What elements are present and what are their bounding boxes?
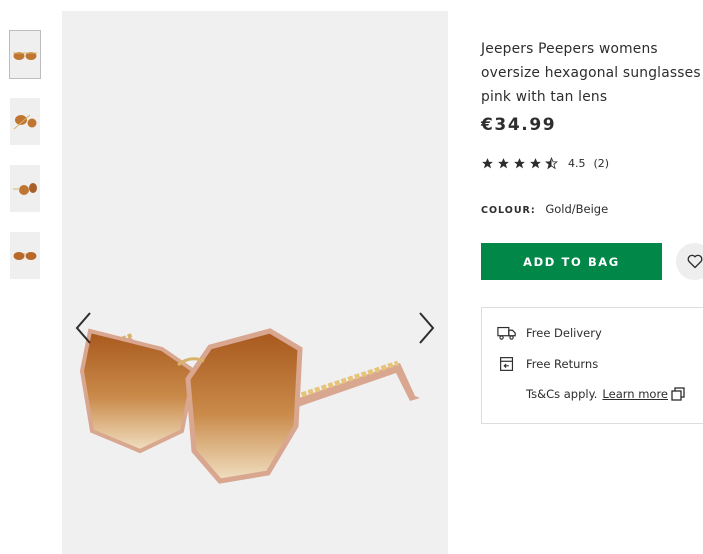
delivery-box: Free Delivery Free Returns Ts&Cs apply. … xyxy=(481,307,703,424)
free-returns-row: Free Returns xyxy=(497,356,598,372)
colour-row: COLOUR: Gold/Beige xyxy=(481,202,608,216)
thumbnail-1[interactable] xyxy=(9,30,41,79)
colour-value: Gold/Beige xyxy=(545,202,609,216)
product-price: €34.99 xyxy=(481,115,557,135)
free-returns-label: Free Returns xyxy=(526,357,599,371)
chevron-left-icon xyxy=(75,312,91,344)
heart-icon xyxy=(687,254,702,269)
star-icon xyxy=(514,158,525,169)
sunglasses-image xyxy=(79,328,420,484)
star-icon xyxy=(530,158,541,169)
terms-text: Ts&Cs apply. xyxy=(526,387,598,401)
rating-summary[interactable]: 4.5 (2) xyxy=(481,157,617,170)
star-rating xyxy=(481,157,558,170)
product-title-line-2: oversize hexagonal sunglasses in xyxy=(481,65,703,81)
delivery-truck-icon xyxy=(497,326,516,340)
rating-count: (2) xyxy=(593,157,610,170)
open-popup-icon[interactable] xyxy=(671,387,685,401)
add-to-bag-button[interactable]: ADD TO BAG xyxy=(481,243,662,280)
rating-value: 4.5 xyxy=(568,157,586,170)
product-title: Jeepers Peepers womens oversize hexagona… xyxy=(481,37,703,109)
thumbnail-2[interactable] xyxy=(10,98,40,145)
product-title-line-1: Jeepers Peepers womens xyxy=(481,41,658,57)
colour-label: COLOUR: xyxy=(481,205,536,216)
free-delivery-row: Free Delivery xyxy=(497,325,602,341)
product-title-line-3: pink with tan lens xyxy=(481,89,608,105)
prev-image-button[interactable] xyxy=(72,309,96,347)
free-delivery-label: Free Delivery xyxy=(526,326,602,340)
thumbnail-3[interactable] xyxy=(10,165,40,212)
star-icon xyxy=(482,158,493,169)
thumbnail-list xyxy=(9,30,41,299)
chevron-right-icon xyxy=(419,312,435,344)
returns-box-icon xyxy=(500,357,514,371)
half-star-icon xyxy=(545,157,558,170)
product-main-image xyxy=(62,11,448,554)
learn-more-link[interactable]: Learn more xyxy=(602,387,668,401)
star-icon xyxy=(498,158,509,169)
thumbnail-4[interactable] xyxy=(10,232,40,279)
terms-row: Ts&Cs apply. Learn more xyxy=(526,387,685,401)
next-image-button[interactable] xyxy=(414,309,438,347)
save-for-later-button[interactable] xyxy=(676,243,703,280)
